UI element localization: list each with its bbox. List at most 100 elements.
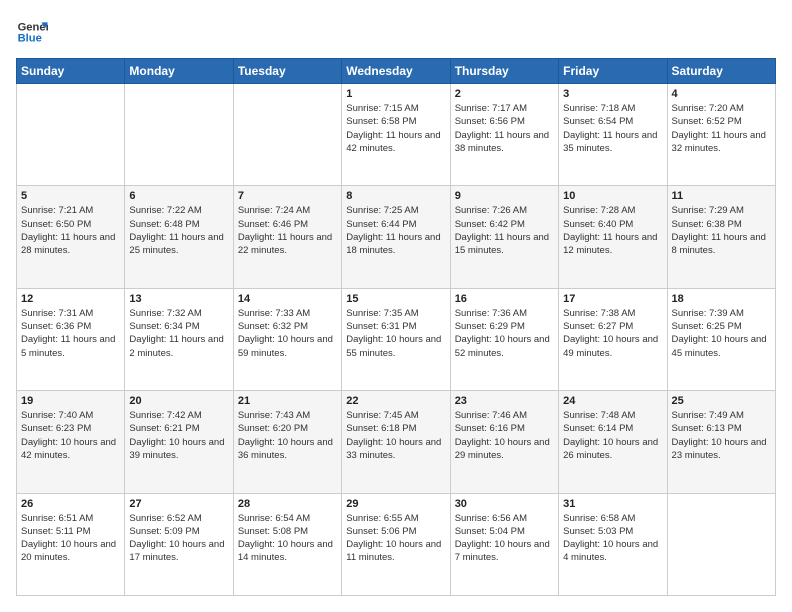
day-info: Sunrise: 7:33 AM Sunset: 6:32 PM Dayligh… bbox=[238, 307, 337, 360]
calendar-cell: 18 Sunrise: 7:39 AM Sunset: 6:25 PM Dayli… bbox=[667, 288, 775, 390]
day-info: Sunrise: 7:39 AM Sunset: 6:25 PM Dayligh… bbox=[672, 307, 771, 360]
day-info: Sunrise: 7:36 AM Sunset: 6:29 PM Dayligh… bbox=[455, 307, 554, 360]
calendar-cell bbox=[125, 84, 233, 186]
day-info: Sunrise: 7:22 AM Sunset: 6:48 PM Dayligh… bbox=[129, 204, 228, 257]
page: General Blue SundayMondayTuesdayWednesda… bbox=[0, 0, 792, 612]
calendar-cell: 29 Sunrise: 6:55 AM Sunset: 5:06 PM Dayli… bbox=[342, 493, 450, 595]
weekday-sunday: Sunday bbox=[17, 59, 125, 84]
calendar-cell: 11Sunrise: 7:29 AM Sunset: 6:38 PM Dayli… bbox=[667, 186, 775, 288]
day-info: Sunrise: 7:40 AM Sunset: 6:23 PM Dayligh… bbox=[21, 409, 120, 462]
weekday-saturday: Saturday bbox=[667, 59, 775, 84]
weekday-tuesday: Tuesday bbox=[233, 59, 341, 84]
day-number: 1 bbox=[346, 88, 445, 100]
day-info: Sunrise: 7:28 AM Sunset: 6:40 PM Dayligh… bbox=[563, 204, 662, 257]
day-number: 23 bbox=[455, 395, 554, 407]
calendar-cell: 12Sunrise: 7:31 AM Sunset: 6:36 PM Dayli… bbox=[17, 288, 125, 390]
weekday-monday: Monday bbox=[125, 59, 233, 84]
calendar-cell: 15 Sunrise: 7:35 AM Sunset: 6:31 PM Dayli… bbox=[342, 288, 450, 390]
day-info: Sunrise: 7:18 AM Sunset: 6:54 PM Dayligh… bbox=[563, 102, 662, 155]
day-info: Sunrise: 7:15 AM Sunset: 6:58 PM Dayligh… bbox=[346, 102, 445, 155]
calendar-cell: 10 Sunrise: 7:28 AM Sunset: 6:40 PM Dayli… bbox=[559, 186, 667, 288]
calendar-cell: 7 Sunrise: 7:24 AM Sunset: 6:46 PM Daylig… bbox=[233, 186, 341, 288]
day-info: Sunrise: 6:56 AM Sunset: 5:04 PM Dayligh… bbox=[455, 512, 554, 565]
calendar-cell bbox=[17, 84, 125, 186]
calendar-cell: 1 Sunrise: 7:15 AM Sunset: 6:58 PM Daylig… bbox=[342, 84, 450, 186]
day-info: Sunrise: 6:54 AM Sunset: 5:08 PM Dayligh… bbox=[238, 512, 337, 565]
day-number: 8 bbox=[346, 190, 445, 202]
week-row-1: 1 Sunrise: 7:15 AM Sunset: 6:58 PM Daylig… bbox=[17, 84, 776, 186]
calendar-cell: 14 Sunrise: 7:33 AM Sunset: 6:32 PM Dayli… bbox=[233, 288, 341, 390]
day-info: Sunrise: 7:17 AM Sunset: 6:56 PM Dayligh… bbox=[455, 102, 554, 155]
day-number: 2 bbox=[455, 88, 554, 100]
calendar-cell: 22 Sunrise: 7:45 AM Sunset: 6:18 PM Dayli… bbox=[342, 391, 450, 493]
day-info: Sunrise: 7:25 AM Sunset: 6:44 PM Dayligh… bbox=[346, 204, 445, 257]
calendar-cell: 20 Sunrise: 7:42 AM Sunset: 6:21 PM Dayli… bbox=[125, 391, 233, 493]
calendar: SundayMondayTuesdayWednesdayThursdayFrid… bbox=[16, 58, 776, 596]
day-number: 14 bbox=[238, 293, 337, 305]
calendar-cell: 6 Sunrise: 7:22 AM Sunset: 6:48 PM Daylig… bbox=[125, 186, 233, 288]
day-number: 29 bbox=[346, 498, 445, 510]
calendar-cell: 8 Sunrise: 7:25 AM Sunset: 6:44 PM Daylig… bbox=[342, 186, 450, 288]
day-info: Sunrise: 6:55 AM Sunset: 5:06 PM Dayligh… bbox=[346, 512, 445, 565]
day-number: 7 bbox=[238, 190, 337, 202]
day-info: Sunrise: 7:38 AM Sunset: 6:27 PM Dayligh… bbox=[563, 307, 662, 360]
day-info: Sunrise: 7:31 AM Sunset: 6:36 PM Dayligh… bbox=[21, 307, 120, 360]
day-number: 15 bbox=[346, 293, 445, 305]
week-row-2: 5 Sunrise: 7:21 AM Sunset: 6:50 PM Daylig… bbox=[17, 186, 776, 288]
calendar-cell: 9 Sunrise: 7:26 AM Sunset: 6:42 PM Daylig… bbox=[450, 186, 558, 288]
day-info: Sunrise: 7:29 AM Sunset: 6:38 PM Dayligh… bbox=[672, 204, 771, 257]
day-number: 25 bbox=[672, 395, 771, 407]
calendar-cell: 30Sunrise: 6:56 AM Sunset: 5:04 PM Dayli… bbox=[450, 493, 558, 595]
day-number: 6 bbox=[129, 190, 228, 202]
calendar-cell: 25Sunrise: 7:49 AM Sunset: 6:13 PM Dayli… bbox=[667, 391, 775, 493]
day-info: Sunrise: 7:21 AM Sunset: 6:50 PM Dayligh… bbox=[21, 204, 120, 257]
day-number: 21 bbox=[238, 395, 337, 407]
day-info: Sunrise: 6:58 AM Sunset: 5:03 PM Dayligh… bbox=[563, 512, 662, 565]
day-number: 24 bbox=[563, 395, 662, 407]
calendar-cell: 13Sunrise: 7:32 AM Sunset: 6:34 PM Dayli… bbox=[125, 288, 233, 390]
calendar-cell: 21 Sunrise: 7:43 AM Sunset: 6:20 PM Dayli… bbox=[233, 391, 341, 493]
day-info: Sunrise: 7:48 AM Sunset: 6:14 PM Dayligh… bbox=[563, 409, 662, 462]
day-info: Sunrise: 7:26 AM Sunset: 6:42 PM Dayligh… bbox=[455, 204, 554, 257]
calendar-cell bbox=[233, 84, 341, 186]
day-number: 4 bbox=[672, 88, 771, 100]
calendar-cell: 27Sunrise: 6:52 AM Sunset: 5:09 PM Dayli… bbox=[125, 493, 233, 595]
weekday-friday: Friday bbox=[559, 59, 667, 84]
week-row-4: 19Sunrise: 7:40 AM Sunset: 6:23 PM Dayli… bbox=[17, 391, 776, 493]
day-info: Sunrise: 7:24 AM Sunset: 6:46 PM Dayligh… bbox=[238, 204, 337, 257]
day-number: 28 bbox=[238, 498, 337, 510]
week-row-3: 12Sunrise: 7:31 AM Sunset: 6:36 PM Dayli… bbox=[17, 288, 776, 390]
day-info: Sunrise: 7:35 AM Sunset: 6:31 PM Dayligh… bbox=[346, 307, 445, 360]
calendar-cell: 17 Sunrise: 7:38 AM Sunset: 6:27 PM Dayli… bbox=[559, 288, 667, 390]
calendar-cell: 4 Sunrise: 7:20 AM Sunset: 6:52 PM Daylig… bbox=[667, 84, 775, 186]
day-info: Sunrise: 7:42 AM Sunset: 6:21 PM Dayligh… bbox=[129, 409, 228, 462]
day-info: Sunrise: 6:51 AM Sunset: 5:11 PM Dayligh… bbox=[21, 512, 120, 565]
day-number: 5 bbox=[21, 190, 120, 202]
calendar-cell: 5 Sunrise: 7:21 AM Sunset: 6:50 PM Daylig… bbox=[17, 186, 125, 288]
calendar-cell bbox=[667, 493, 775, 595]
day-info: Sunrise: 7:20 AM Sunset: 6:52 PM Dayligh… bbox=[672, 102, 771, 155]
weekday-wednesday: Wednesday bbox=[342, 59, 450, 84]
day-info: Sunrise: 7:43 AM Sunset: 6:20 PM Dayligh… bbox=[238, 409, 337, 462]
calendar-cell: 31 Sunrise: 6:58 AM Sunset: 5:03 PM Dayli… bbox=[559, 493, 667, 595]
day-number: 31 bbox=[563, 498, 662, 510]
logo-icon: General Blue bbox=[16, 16, 48, 48]
calendar-cell: 2 Sunrise: 7:17 AM Sunset: 6:56 PM Daylig… bbox=[450, 84, 558, 186]
calendar-cell: 28 Sunrise: 6:54 AM Sunset: 5:08 PM Dayli… bbox=[233, 493, 341, 595]
day-number: 17 bbox=[563, 293, 662, 305]
weekday-thursday: Thursday bbox=[450, 59, 558, 84]
day-number: 22 bbox=[346, 395, 445, 407]
day-number: 9 bbox=[455, 190, 554, 202]
day-number: 3 bbox=[563, 88, 662, 100]
svg-text:Blue: Blue bbox=[18, 33, 42, 45]
weekday-header-row: SundayMondayTuesdayWednesdayThursdayFrid… bbox=[17, 59, 776, 84]
calendar-cell: 3 Sunrise: 7:18 AM Sunset: 6:54 PM Daylig… bbox=[559, 84, 667, 186]
day-number: 18 bbox=[672, 293, 771, 305]
day-number: 13 bbox=[129, 293, 228, 305]
calendar-cell: 19Sunrise: 7:40 AM Sunset: 6:23 PM Dayli… bbox=[17, 391, 125, 493]
day-number: 20 bbox=[129, 395, 228, 407]
day-number: 10 bbox=[563, 190, 662, 202]
calendar-cell: 26Sunrise: 6:51 AM Sunset: 5:11 PM Dayli… bbox=[17, 493, 125, 595]
day-number: 16 bbox=[455, 293, 554, 305]
day-info: Sunrise: 7:45 AM Sunset: 6:18 PM Dayligh… bbox=[346, 409, 445, 462]
